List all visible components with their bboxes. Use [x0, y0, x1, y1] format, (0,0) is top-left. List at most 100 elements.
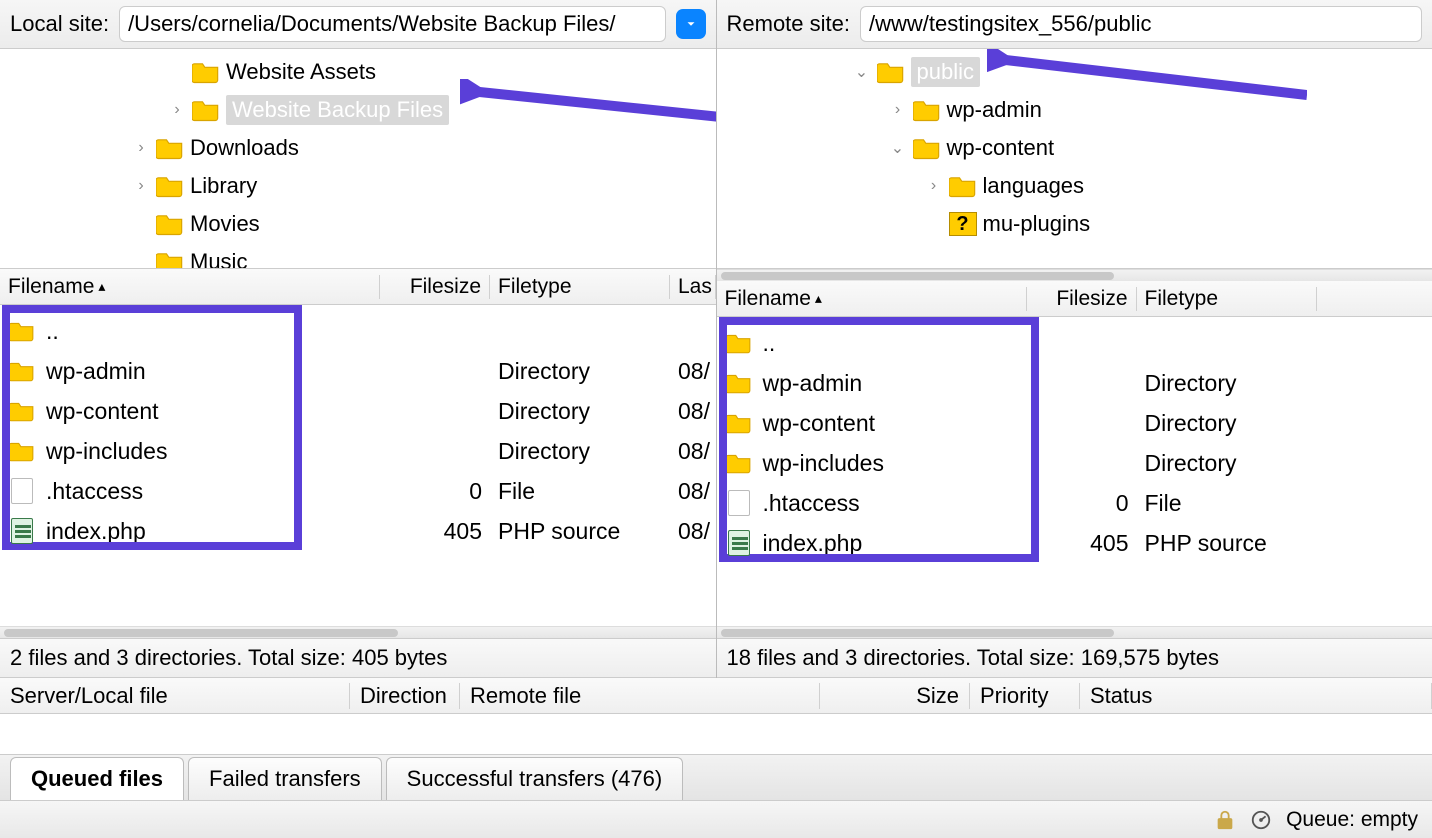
php-file-icon [8, 518, 36, 544]
remote-columns[interactable]: Filename▴ Filesize Filetype [717, 281, 1432, 317]
col-filename[interactable]: Filename▴ [717, 287, 1027, 311]
expand-chevron-icon[interactable]: › [132, 139, 150, 157]
tab-queued[interactable]: Queued files [10, 757, 184, 800]
file-type: PHP source [490, 518, 670, 545]
tree-item[interactable]: › languages [717, 167, 1432, 205]
file-name: wp-content [763, 410, 876, 437]
file-row[interactable]: .. [0, 311, 716, 351]
queue-status: Queue: empty [1286, 808, 1418, 832]
expand-chevron-icon[interactable]: › [925, 177, 943, 195]
remote-site-label: Remote site: [727, 11, 851, 37]
qcol-serverlocal[interactable]: Server/Local file [0, 683, 350, 709]
queue-body[interactable] [0, 714, 1432, 754]
file-lastmod: 08/ [670, 478, 716, 505]
expand-chevron-icon[interactable]: › [132, 177, 150, 195]
file-row[interactable]: wp-contentDirectory08/ [0, 391, 716, 431]
qcol-size[interactable]: Size [820, 683, 970, 709]
file-name: wp-content [46, 398, 159, 425]
tree-item[interactable]: ⌄ wp-content [717, 129, 1432, 167]
tree-item[interactable]: Music [0, 243, 716, 269]
folder-icon [156, 174, 184, 198]
chevron-down-icon [684, 17, 698, 31]
file-row[interactable]: wp-includesDirectory [717, 443, 1432, 483]
remote-path-input[interactable] [860, 6, 1422, 42]
local-summary: 2 files and 3 directories. Total size: 4… [0, 638, 716, 678]
tree-item-label: languages [983, 173, 1085, 199]
col-lastmod[interactable]: Las [670, 275, 716, 299]
file-size: 0 [380, 478, 490, 505]
col-filetype[interactable]: Filetype [1137, 287, 1317, 311]
gauge-icon[interactable] [1250, 809, 1272, 831]
col-filesize[interactable]: Filesize [380, 275, 490, 299]
tree-item-label: wp-admin [947, 97, 1042, 123]
local-path-dropdown[interactable] [676, 9, 706, 39]
file-row[interactable]: .htaccess0File08/ [0, 471, 716, 511]
expand-chevron-icon[interactable]: › [889, 101, 907, 119]
qcol-direction[interactable]: Direction [350, 683, 460, 709]
col-filesize[interactable]: Filesize [1027, 287, 1137, 311]
file-lastmod: 08/ [670, 438, 716, 465]
file-name: .. [46, 318, 59, 345]
local-columns[interactable]: Filename▴ Filesize Filetype Las [0, 269, 716, 305]
queue-columns[interactable]: Server/Local file Direction Remote file … [0, 678, 1432, 714]
tab-successful[interactable]: Successful transfers (476) [386, 757, 684, 800]
remote-summary: 18 files and 3 directories. Total size: … [717, 638, 1432, 678]
main-panes: Local site: Website Assets›Website Backu… [0, 0, 1432, 678]
folder-icon [913, 98, 941, 122]
tree-item[interactable]: › Library [0, 167, 716, 205]
file-lastmod: 08/ [670, 518, 716, 545]
local-path-row: Local site: [0, 0, 716, 49]
qcol-priority[interactable]: Priority [970, 683, 1080, 709]
file-name: wp-admin [763, 370, 863, 397]
local-site-label: Local site: [10, 11, 109, 37]
file-lastmod: 08/ [670, 358, 716, 385]
folder-icon [192, 60, 220, 84]
tree-item[interactable]: › wp-admin [717, 91, 1432, 129]
file-type: Directory [490, 438, 670, 465]
file-row[interactable]: index.php405PHP source08/ [0, 511, 716, 551]
file-row[interactable]: .htaccess0File [717, 483, 1432, 523]
tree-item[interactable]: ⌄public [717, 53, 1432, 91]
file-row[interactable]: .. [717, 323, 1432, 363]
transfer-tabs: Queued files Failed transfers Successful… [0, 754, 1432, 800]
col-filename[interactable]: Filename▴ [0, 275, 380, 299]
local-path-input[interactable] [119, 6, 665, 42]
tab-failed[interactable]: Failed transfers [188, 757, 382, 800]
local-tree[interactable]: Website Assets›Website Backup Files›Down… [0, 49, 716, 269]
local-pane: Local site: Website Assets›Website Backu… [0, 0, 717, 678]
file-row[interactable]: wp-contentDirectory [717, 403, 1432, 443]
file-name: index.php [763, 530, 863, 557]
expand-chevron-icon[interactable]: › [168, 101, 186, 119]
tree-item[interactable]: Movies [0, 205, 716, 243]
remote-pane: Remote site: ⌄public › wp-admin ⌄ wp-content… [717, 0, 1432, 678]
local-file-list[interactable]: ..wp-adminDirectory08/wp-contentDirector… [0, 305, 716, 626]
tree-item[interactable]: Website Assets [0, 53, 716, 91]
folder-icon [156, 212, 184, 236]
expand-chevron-icon[interactable]: ⌄ [853, 62, 871, 82]
tree-item-label: Downloads [190, 135, 299, 161]
folder-icon [8, 439, 36, 463]
folder-icon [192, 98, 220, 122]
remote-file-list[interactable]: .. wp-admin Directory wp-contentDirectorywp… [717, 317, 1432, 626]
expand-chevron-icon[interactable]: ⌄ [889, 138, 907, 158]
tree-item[interactable]: ?mu-plugins [717, 205, 1432, 243]
folder-icon [725, 371, 753, 395]
remote-tree-scrollbar[interactable] [717, 269, 1432, 281]
tree-item-label: wp-content [947, 135, 1055, 161]
remote-tree[interactable]: ⌄public›wp-admin⌄wp-content›languages?mu… [717, 49, 1432, 269]
file-row[interactable]: wp-adminDirectory08/ [0, 351, 716, 391]
tree-item[interactable]: ›Website Backup Files [0, 91, 716, 129]
tree-item[interactable]: › Downloads [0, 129, 716, 167]
file-type: Directory [1137, 370, 1317, 397]
file-row[interactable]: index.php405PHP source [717, 523, 1432, 563]
file-name: wp-includes [46, 438, 167, 465]
local-scrollbar[interactable] [0, 626, 716, 638]
qcol-status[interactable]: Status [1080, 683, 1432, 709]
col-filetype[interactable]: Filetype [490, 275, 670, 299]
file-name: index.php [46, 518, 146, 545]
file-row[interactable]: wp-admin Directory [717, 363, 1432, 403]
tree-item-label: Library [190, 173, 257, 199]
qcol-remotefile[interactable]: Remote file [460, 683, 820, 709]
file-row[interactable]: wp-includes Directory08/ [0, 431, 716, 471]
remote-scrollbar[interactable] [717, 626, 1432, 638]
